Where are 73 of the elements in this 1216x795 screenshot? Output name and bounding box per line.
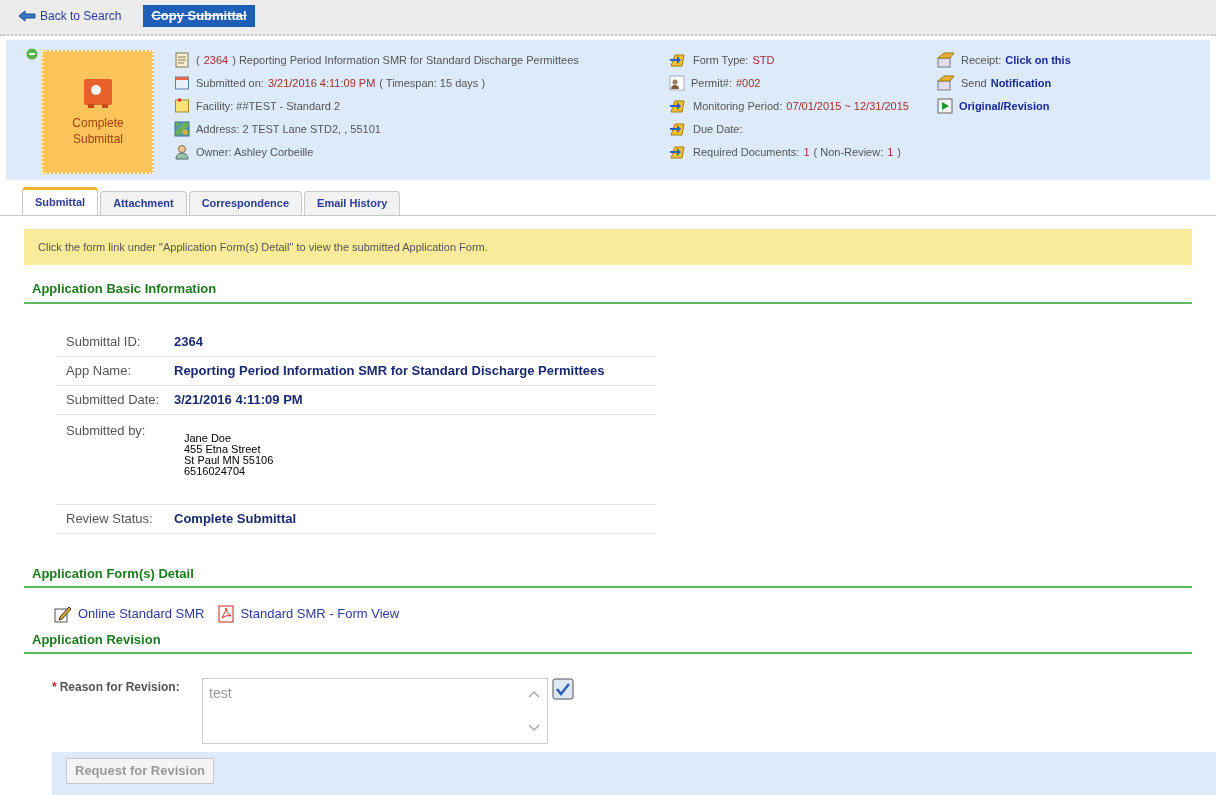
info-value: 2364 [174,332,203,351]
header-link[interactable]: Notification [990,74,1052,92]
address-line: St Paul MN 55106 [184,454,274,466]
field-label: ( [196,52,200,68]
info-label: Submitted by: [65,421,147,440]
info-value: 3/21/2016 4:11:09 PM [174,390,303,409]
mailbox-icon [937,52,955,68]
field-value: 2364 [203,52,229,68]
back-link[interactable]: Back to Search [18,7,122,25]
field-value: STD [752,52,775,68]
field-label: Reason for Revision: [59,679,180,696]
field-label: ( Timespan: 15 days ) [379,75,486,91]
mailbox-icon [937,75,955,91]
play-icon [937,98,953,114]
field-label: ( Non-Review: [813,144,884,160]
tab[interactable]: Submittal [22,187,99,215]
field-label: Due Date: [693,121,743,137]
safe-icon [82,77,114,109]
notice-banner: Click the form link under "Application Form(s) Detail" to view the submitted Application Form. [24,229,1192,265]
arrow-icon [669,98,687,114]
note-icon [174,98,190,114]
form-link[interactable]: Standard SMR - Form View [218,604,400,624]
field-label: Receipt: [961,52,1002,68]
field-label: ) [897,144,901,160]
field-label: Form Type: [693,52,749,68]
header-link[interactable]: Click on this [1005,51,1071,69]
field-label: Owner: Ashley Corbeille [196,144,314,160]
status-text: Complete Submittal [71,115,125,147]
field-value: 1 [803,144,810,160]
pdf-icon [218,604,235,623]
back-arrow-icon [18,10,36,22]
field-value: 07/01/2015 ~ 12/31/2015 [786,98,909,114]
arrow-icon [669,144,687,160]
section-heading: Application Basic Information [24,279,1192,304]
field-value: 1 [887,144,894,160]
info-label: Review Status: [65,509,154,528]
section-heading: Application Revision [24,629,1192,654]
info-value: Reporting Period Information SMR for Standard Discharge Permittees [174,361,605,380]
arrow-icon [669,121,687,137]
tab[interactable]: Email History [304,191,401,215]
info-label: App Name: [65,361,133,380]
person-icon [174,144,190,160]
address-line: Jane Doe [184,432,233,444]
spell-check-icon[interactable] [552,678,574,700]
tab[interactable]: Correspondence [188,191,303,215]
header-link[interactable]: Original/Revision [959,97,1050,115]
section-heading: Application Form(s) Detail [24,563,1192,588]
info-label: Submittal ID: [65,332,142,351]
edit-form-icon [54,604,72,623]
arrow-icon [669,52,687,68]
form-link[interactable]: Online Standard SMR [54,604,205,624]
collapse-icon[interactable] [26,48,38,60]
field-label: ) Reporting Period Information SMR for Standard Discharge Permittees [232,52,579,68]
info-value: Complete Submittal [174,509,297,528]
info-label: Submitted Date: [65,390,161,409]
field-label: Monitoring Period: [693,98,783,114]
calendar-icon [174,75,190,91]
map-icon [174,121,190,137]
field-label: Facility: ##TEST - Standard 2 [196,98,341,114]
tab[interactable]: Attachment [100,191,187,215]
copy-submittal-button[interactable]: Copy Submittal [143,5,255,27]
address-line: 6516024704 [184,465,247,477]
field-label: Submitted on: [196,75,264,91]
field-label: Required Documents: [693,144,800,160]
field-value: #002 [735,75,761,91]
address-line: 455 Etna Street [184,443,262,455]
field-value: 3/21/2016 4:11:09 PM [267,75,376,91]
permit-card-icon [669,75,685,91]
field-label: Address: 2 TEST Lane STD2, , 55101 [196,121,381,137]
field-label: Send [961,75,987,91]
document-icon [174,52,190,68]
field-label: Permit#: [691,75,732,91]
required-asterisk: * [52,679,57,696]
